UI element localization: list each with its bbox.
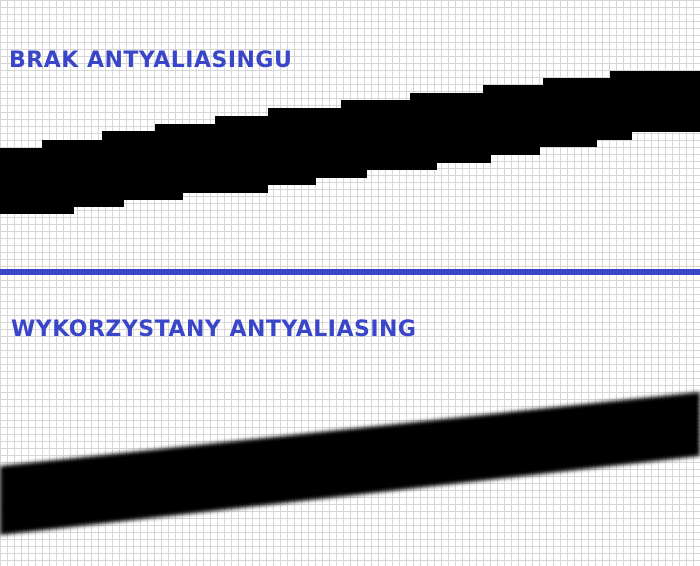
aliased-stroke: [0, 71, 700, 214]
aliased-panel: BRAK ANTYALIASINGU: [0, 0, 700, 269]
antialiased-panel: WYKORZYSTANY ANTYALIASING: [0, 275, 700, 566]
aliased-heading: BRAK ANTYALIASINGU: [9, 48, 293, 73]
antialiased-heading: WYKORZYSTANY ANTYALIASING: [11, 317, 417, 342]
aliased-stroke-shape: [0, 71, 700, 214]
antialiased-stroke-shape: [0, 392, 700, 535]
